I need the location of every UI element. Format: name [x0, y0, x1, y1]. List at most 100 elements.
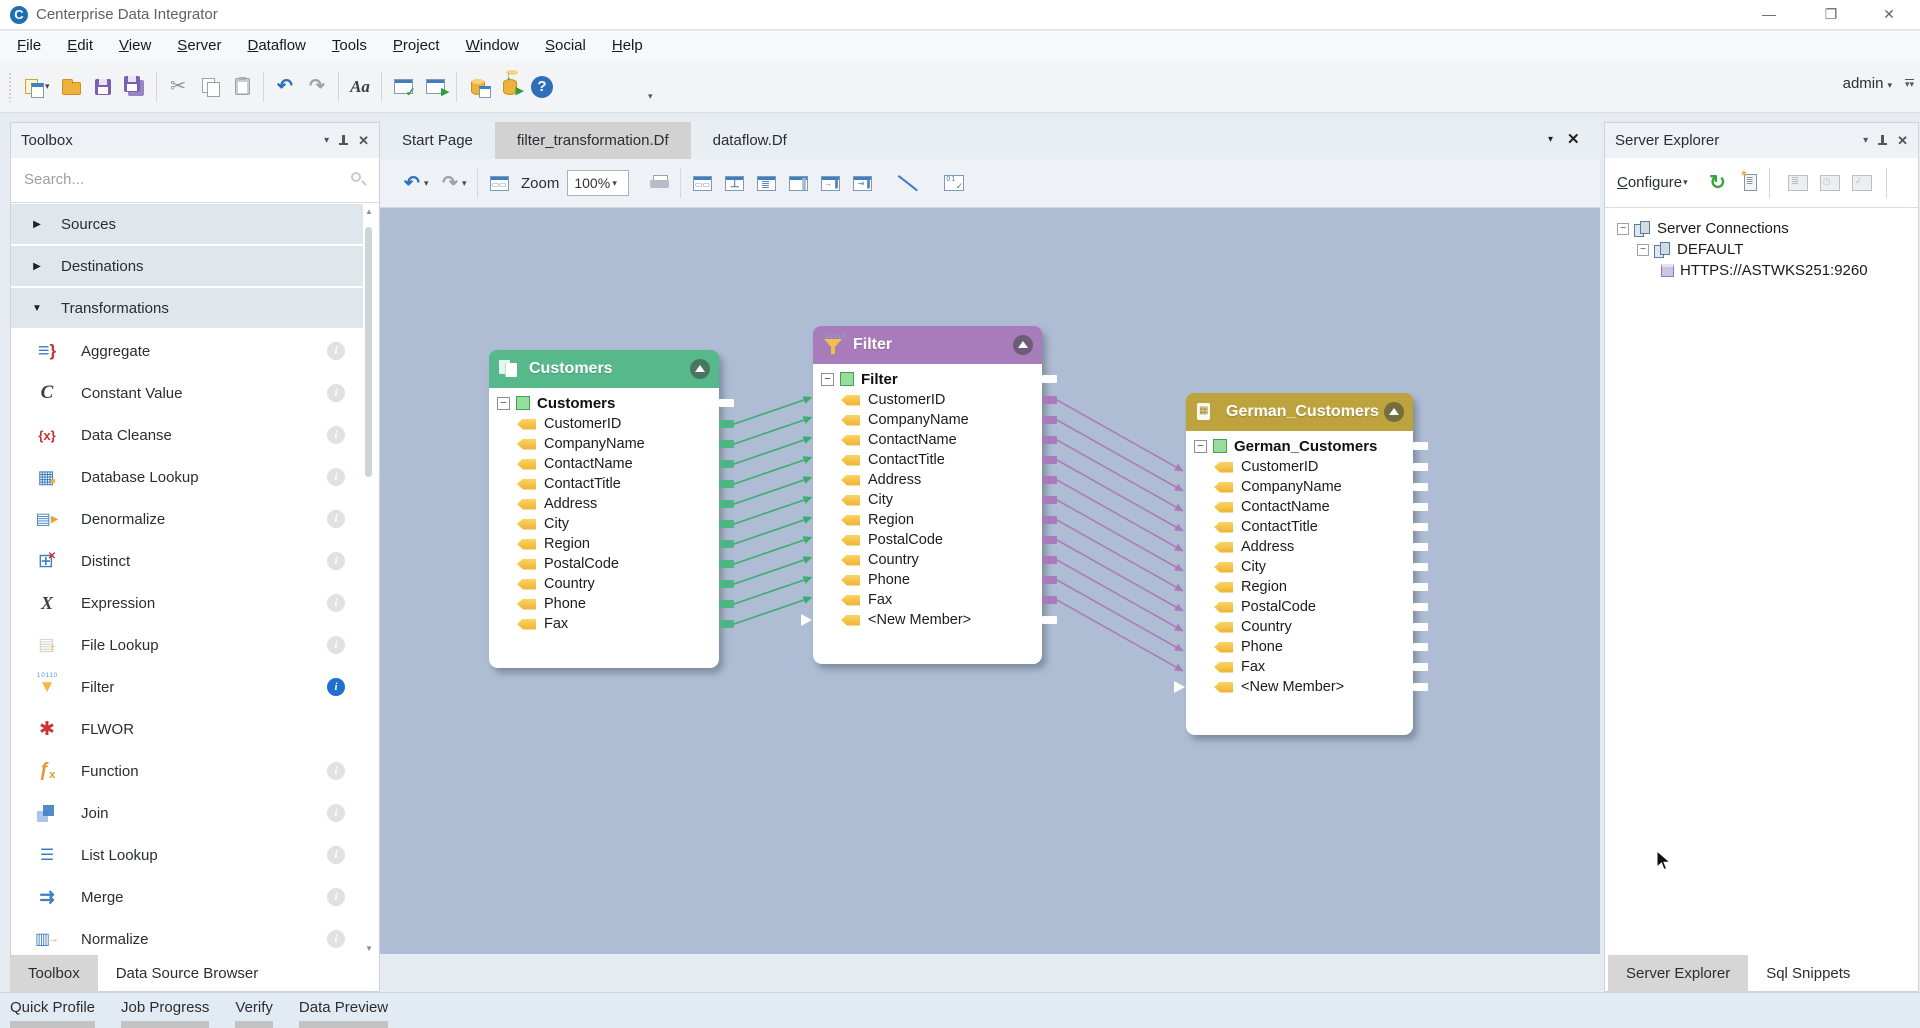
- field-row[interactable]: Phone: [1186, 637, 1413, 657]
- field-row[interactable]: ContactName: [1186, 497, 1413, 517]
- collapse-node-button[interactable]: [1384, 402, 1404, 422]
- toolbox-item[interactable]: Distinct i: [11, 540, 363, 582]
- toolbox-scrollbar[interactable]: ▲ ▼: [362, 207, 376, 953]
- toolbar-grip[interactable]: [8, 72, 13, 102]
- field-row[interactable]: Country: [489, 574, 719, 594]
- field-row[interactable]: ContactName: [813, 430, 1042, 450]
- collapse-panel-button[interactable]: [782, 166, 814, 200]
- expand-node-button[interactable]: [814, 166, 846, 200]
- save-button[interactable]: [87, 70, 119, 104]
- info-icon[interactable]: i: [327, 426, 345, 444]
- node-german-customers-header[interactable]: German_Customers: [1186, 393, 1413, 431]
- field-row[interactable]: CustomerID: [813, 390, 1042, 410]
- field-row[interactable]: CompanyName: [1186, 477, 1413, 497]
- toolbox-item[interactable]: Merge i: [11, 876, 363, 918]
- preview-grid-button[interactable]: [938, 166, 970, 200]
- node-root-row[interactable]: − Customers: [489, 392, 719, 414]
- field-row[interactable]: Phone: [489, 594, 719, 614]
- layout-tree-button[interactable]: [718, 166, 750, 200]
- open-button[interactable]: [55, 70, 87, 104]
- canvas-undo-button[interactable]: ↶: [396, 166, 428, 200]
- field-row[interactable]: Fax: [1186, 657, 1413, 677]
- field-row[interactable]: Country: [1186, 617, 1413, 637]
- field-row[interactable]: <New Member>: [813, 610, 1042, 630]
- toolbox-section-header[interactable]: Destinations: [11, 246, 363, 286]
- layout-hierarchy-button[interactable]: [686, 166, 718, 200]
- search-input[interactable]: [11, 158, 331, 201]
- field-row[interactable]: Region: [489, 534, 719, 554]
- field-row[interactable]: City: [813, 490, 1042, 510]
- toolbox-item[interactable]: Data Cleanse i: [11, 414, 363, 456]
- field-row[interactable]: ContactName: [489, 454, 719, 474]
- field-row[interactable]: Address: [489, 494, 719, 514]
- tree-collapse-icon[interactable]: −: [1637, 244, 1649, 256]
- scroll-up-icon[interactable]: ▲: [364, 207, 374, 216]
- paste-button[interactable]: [226, 70, 258, 104]
- tab-list-icon[interactable]: ▾: [1548, 134, 1553, 145]
- field-row[interactable]: PostalCode: [813, 530, 1042, 550]
- auto-layout-button[interactable]: [483, 166, 515, 200]
- toolbar-overflow-icon[interactable]: ▾: [648, 91, 652, 102]
- node-customers-header[interactable]: Customers: [489, 350, 719, 388]
- close-button[interactable]: ✕: [1866, 0, 1912, 29]
- tree-node-default[interactable]: − DEFAULT: [1617, 239, 1918, 260]
- expand-all-button[interactable]: [846, 166, 878, 200]
- toolbox-item[interactable]: Function i: [11, 750, 363, 792]
- pin-icon[interactable]: [1877, 135, 1888, 147]
- panel-tab[interactable]: Sql Snippets: [1748, 955, 1868, 992]
- server-monitor-button[interactable]: [1846, 166, 1878, 200]
- menu-item[interactable]: Server: [164, 31, 234, 61]
- toolbox-item[interactable]: FLWOR i: [11, 708, 363, 750]
- info-icon[interactable]: i: [327, 594, 345, 612]
- canvas-redo-button[interactable]: ↷: [434, 166, 466, 200]
- field-row[interactable]: Region: [813, 510, 1042, 530]
- minimize-button[interactable]: —: [1746, 0, 1792, 29]
- menu-item[interactable]: Window: [453, 31, 532, 61]
- panel-close-icon[interactable]: ✕: [358, 133, 369, 149]
- toolbox-item[interactable]: File Lookup i: [11, 624, 363, 666]
- run-database-button[interactable]: [494, 70, 526, 104]
- toolbox-item[interactable]: Join i: [11, 792, 363, 834]
- info-icon[interactable]: i: [327, 846, 345, 864]
- info-icon[interactable]: i: [327, 552, 345, 570]
- toolbox-item[interactable]: Aggregate i: [11, 330, 363, 372]
- field-row[interactable]: Fax: [813, 590, 1042, 610]
- panel-close-icon[interactable]: ✕: [1897, 133, 1908, 149]
- panel-menu-icon[interactable]: ▾: [1863, 135, 1868, 146]
- field-row[interactable]: CompanyName: [489, 434, 719, 454]
- field-row[interactable]: PostalCode: [489, 554, 719, 574]
- menu-item[interactable]: Dataflow: [235, 31, 319, 61]
- field-row[interactable]: CustomerID: [1186, 457, 1413, 477]
- field-row[interactable]: City: [1186, 557, 1413, 577]
- field-row[interactable]: ContactTitle: [489, 474, 719, 494]
- menu-item[interactable]: Tools: [319, 31, 380, 61]
- tree-collapse-icon[interactable]: −: [1617, 223, 1629, 235]
- field-row[interactable]: ContactTitle: [813, 450, 1042, 470]
- menu-item[interactable]: Social: [532, 31, 599, 61]
- tree-node-server-connections[interactable]: − Server Connections: [1617, 218, 1918, 239]
- collapse-node-button[interactable]: [1013, 335, 1033, 355]
- new-dataflow-button[interactable]: [17, 70, 49, 104]
- status-panel-tab[interactable]: Quick Profile: [10, 993, 95, 1028]
- info-icon[interactable]: i: [327, 342, 345, 360]
- add-server-icon[interactable]: [1744, 174, 1757, 191]
- panel-tab[interactable]: Server Explorer: [1608, 955, 1748, 992]
- layout-list-button[interactable]: [750, 166, 782, 200]
- refresh-icon[interactable]: ↻: [1709, 170, 1726, 195]
- panel-menu-icon[interactable]: ▾: [324, 135, 329, 146]
- tree-node-server-url[interactable]: HTTPS://ASTWKS251:9260: [1617, 260, 1918, 281]
- menu-item[interactable]: View: [106, 31, 164, 61]
- status-panel-tab[interactable]: Data Preview: [299, 993, 388, 1028]
- cut-button[interactable]: ✂: [162, 70, 194, 104]
- info-icon[interactable]: i: [327, 888, 345, 906]
- field-row[interactable]: Address: [813, 470, 1042, 490]
- tree-collapse-icon[interactable]: −: [1194, 440, 1207, 453]
- pin-icon[interactable]: [338, 135, 349, 147]
- field-row[interactable]: Region: [1186, 577, 1413, 597]
- toolbox-item[interactable]: Expression i: [11, 582, 363, 624]
- toolbox-item[interactable]: Database Lookup i: [11, 456, 363, 498]
- toolbar-options-icon[interactable]: ▾▾: [1905, 79, 1914, 88]
- info-icon[interactable]: i: [327, 636, 345, 654]
- info-icon[interactable]: i: [327, 384, 345, 402]
- redo-button[interactable]: ↷: [301, 70, 333, 104]
